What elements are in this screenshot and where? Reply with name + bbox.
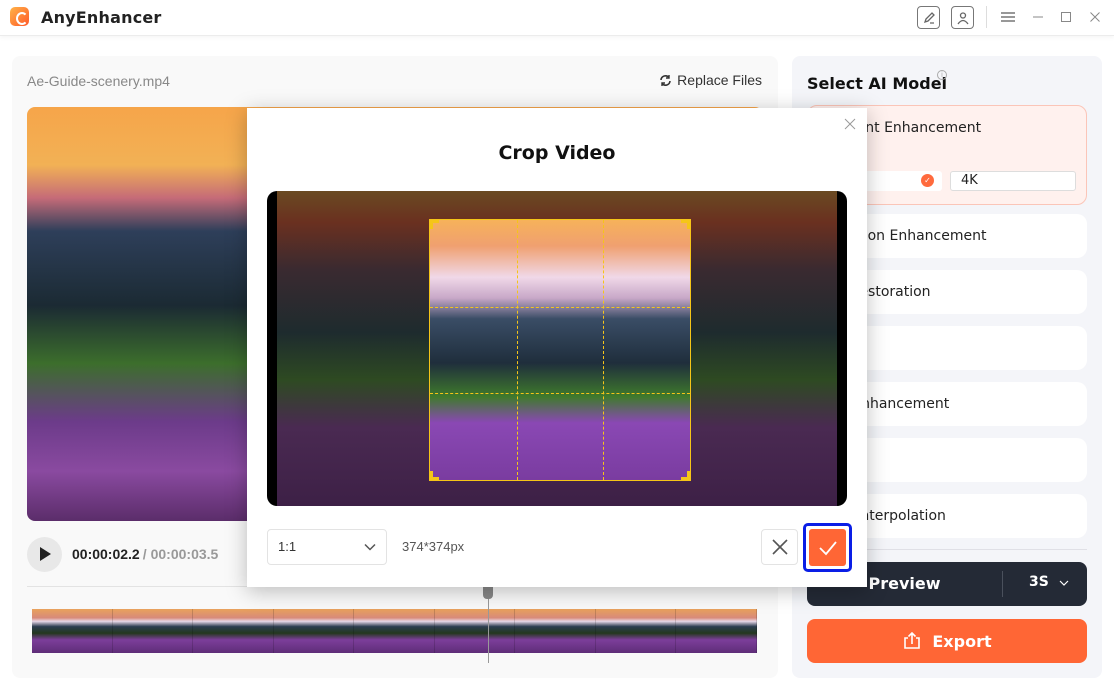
crop-handle-top-right[interactable] <box>681 220 690 229</box>
menu-icon[interactable] <box>996 4 1020 30</box>
feedback-edit-icon[interactable] <box>917 6 940 29</box>
time-separator: / <box>142 546 147 562</box>
filmstrip-frame <box>112 609 193 653</box>
maximize-icon[interactable] <box>1054 4 1078 30</box>
filmstrip-frame <box>515 609 596 653</box>
filmstrip-frame <box>595 609 676 653</box>
export-icon <box>904 632 921 649</box>
replace-files-label: Replace Files <box>677 72 762 88</box>
resolution-option[interactable]: 4K <box>950 171 1076 191</box>
close-icon <box>771 539 788 555</box>
filmstrip-frame <box>273 609 354 653</box>
filmstrip-frame <box>434 609 515 653</box>
export-button[interactable]: Export <box>807 619 1087 663</box>
crop-grid-line <box>430 306 690 308</box>
crop-grid-line <box>516 220 518 480</box>
crop-handle-bottom-left[interactable] <box>430 471 439 480</box>
panel-title: Select AI Model <box>807 74 948 93</box>
refresh-icon <box>660 74 671 86</box>
check-icon <box>818 540 837 555</box>
account-icon[interactable] <box>951 6 974 29</box>
titlebar-divider <box>986 6 987 28</box>
title-bar: AnyEnhancer <box>0 0 1114 36</box>
preview-duration: 3S <box>1029 574 1049 590</box>
aspect-ratio-select[interactable]: 1:1 <box>267 529 387 565</box>
minimize-icon[interactable] <box>1026 4 1050 30</box>
play-icon <box>39 547 51 561</box>
dialog-close-icon[interactable] <box>843 118 857 132</box>
preview-duration-select[interactable]: 3S <box>1029 574 1069 590</box>
filmstrip-frame <box>193 609 274 653</box>
crop-handle-bottom-right[interactable] <box>681 471 690 480</box>
playhead-handle[interactable] <box>483 587 493 599</box>
crop-selection-box[interactable] <box>429 219 691 481</box>
app-title: AnyEnhancer <box>41 8 162 27</box>
filmstrip-frame <box>32 609 113 653</box>
playback-controls: 00:00:02.2 / 00:00:03.5 <box>27 536 218 572</box>
chevron-down-icon <box>364 530 376 564</box>
export-label: Export <box>932 631 992 651</box>
aspect-ratio-value: 1:1 <box>278 539 297 554</box>
dialog-title: Crop Video <box>498 142 616 164</box>
crop-handle-top-left[interactable] <box>430 220 439 229</box>
play-button[interactable] <box>27 536 62 572</box>
timeline-filmstrip[interactable] <box>32 609 758 653</box>
info-icon[interactable]: i <box>937 70 947 80</box>
filmstrip-frame <box>676 609 757 653</box>
crop-grid-line <box>430 393 690 395</box>
preview-divider <box>1002 571 1003 597</box>
playhead-line[interactable] <box>488 588 489 663</box>
confirm-focus-ring <box>803 523 852 572</box>
app-logo-icon <box>10 7 29 26</box>
crop-grid-line <box>603 220 605 480</box>
total-time: 00:00:03.5 <box>150 546 219 562</box>
close-icon[interactable] <box>1083 4 1107 30</box>
crop-canvas <box>267 191 847 506</box>
crop-video-dialog: Crop Video 1:1 374*374px <box>247 108 867 587</box>
file-name: Ae-Guide-scenery.mp4 <box>27 73 170 89</box>
confirm-crop-button[interactable] <box>809 529 846 566</box>
check-circle-icon: ✓ <box>921 174 934 187</box>
current-time: 00:00:02.2 <box>72 546 140 562</box>
crop-dimensions: 374*374px <box>402 539 465 554</box>
replace-files-button[interactable]: Replace Files <box>659 72 762 88</box>
chevron-down-icon <box>1059 580 1069 586</box>
cancel-crop-button[interactable] <box>761 529 798 565</box>
filmstrip-frame <box>354 609 435 653</box>
